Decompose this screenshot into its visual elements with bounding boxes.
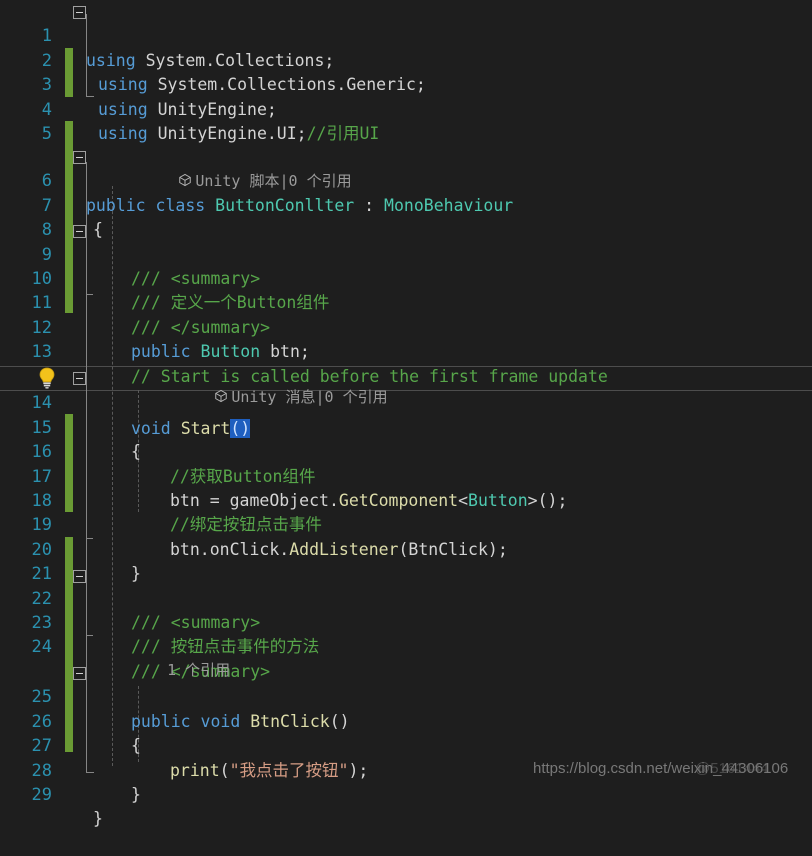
editor-line-20[interactable]: 20 } — [0, 513, 812, 583]
line-number: 13 — [31, 342, 52, 363]
editor-line-8[interactable]: 8 — [0, 194, 812, 240]
editor-line-10[interactable]: 10 /// 定义一个Button组件 — [0, 243, 812, 312]
editor-line-1[interactable]: 1 using System.Collections; — [0, 0, 812, 69]
editor-line-6[interactable]: 6 public class ButtonConllter : MonoBeha… — [0, 145, 812, 214]
editor-line-21[interactable]: 21 — [0, 538, 812, 584]
editor-line-17[interactable]: 17 btn = gameObject.GetComponent<Button>… — [0, 440, 812, 510]
editor-line-5[interactable]: 5 — [0, 98, 812, 144]
code-editor[interactable]: 1 using System.Collections; 2 using Syst… — [0, 0, 812, 828]
codelens-start-method[interactable]: Unity 消息|0 个引用 — [124, 342, 388, 406]
editor-line-12[interactable]: 12 public Button btn; — [0, 291, 812, 361]
code-text: } — [93, 809, 103, 829]
editor-line-14[interactable]: 14 void Start() — [0, 366, 812, 438]
watermark-overlay: @5161444 — [695, 760, 769, 777]
editor-line-16[interactable]: 16 //获取Button组件 — [0, 416, 812, 485]
editor-line-23[interactable]: 23 /// 按钮点击事件的方法 — [0, 587, 812, 656]
editor-line-13[interactable]: 13 // Start is called before the first f… — [0, 316, 812, 385]
editor-line-4[interactable]: 4 using UnityEngine.UI;//引用UI — [0, 73, 812, 143]
editor-line-11[interactable]: 11 /// </summary> — [0, 267, 812, 336]
line-number: 5 — [41, 124, 52, 144]
editor-line-15[interactable]: 15 { — [0, 391, 812, 461]
line-number: 24 — [31, 637, 52, 658]
editor-line-22[interactable]: 22 /// <summary> — [0, 562, 812, 632]
editor-line-26[interactable]: 26 { — [0, 685, 812, 755]
editor-line-18[interactable]: 18 //绑定按钮点击事件 — [0, 465, 812, 534]
editor-line-3[interactable]: 3 using UnityEngine; — [0, 49, 812, 118]
editor-line-19[interactable]: 19 btn.onClick.AddListener(BtnClick); — [0, 489, 812, 558]
editor-line-28[interactable]: 28 } — [0, 734, 812, 804]
editor-line-7[interactable]: 7 { — [0, 169, 812, 239]
editor-line-2[interactable]: 2 using System.Collections.Generic; — [0, 24, 812, 94]
code-text: } — [131, 785, 141, 804]
line-number: 29 — [31, 785, 52, 805]
editor-line-27[interactable]: 27 print("我点击了按钮"); — [0, 710, 812, 779]
editor-line-25[interactable]: 25 public void BtnClick() — [0, 661, 812, 730]
codelens-btnclick-method[interactable]: 1 个引用 — [131, 637, 230, 679]
editor-line-24[interactable]: 24 /// </summary> — [0, 611, 812, 680]
editor-line-9[interactable]: 9 /// <summary> — [0, 218, 812, 288]
